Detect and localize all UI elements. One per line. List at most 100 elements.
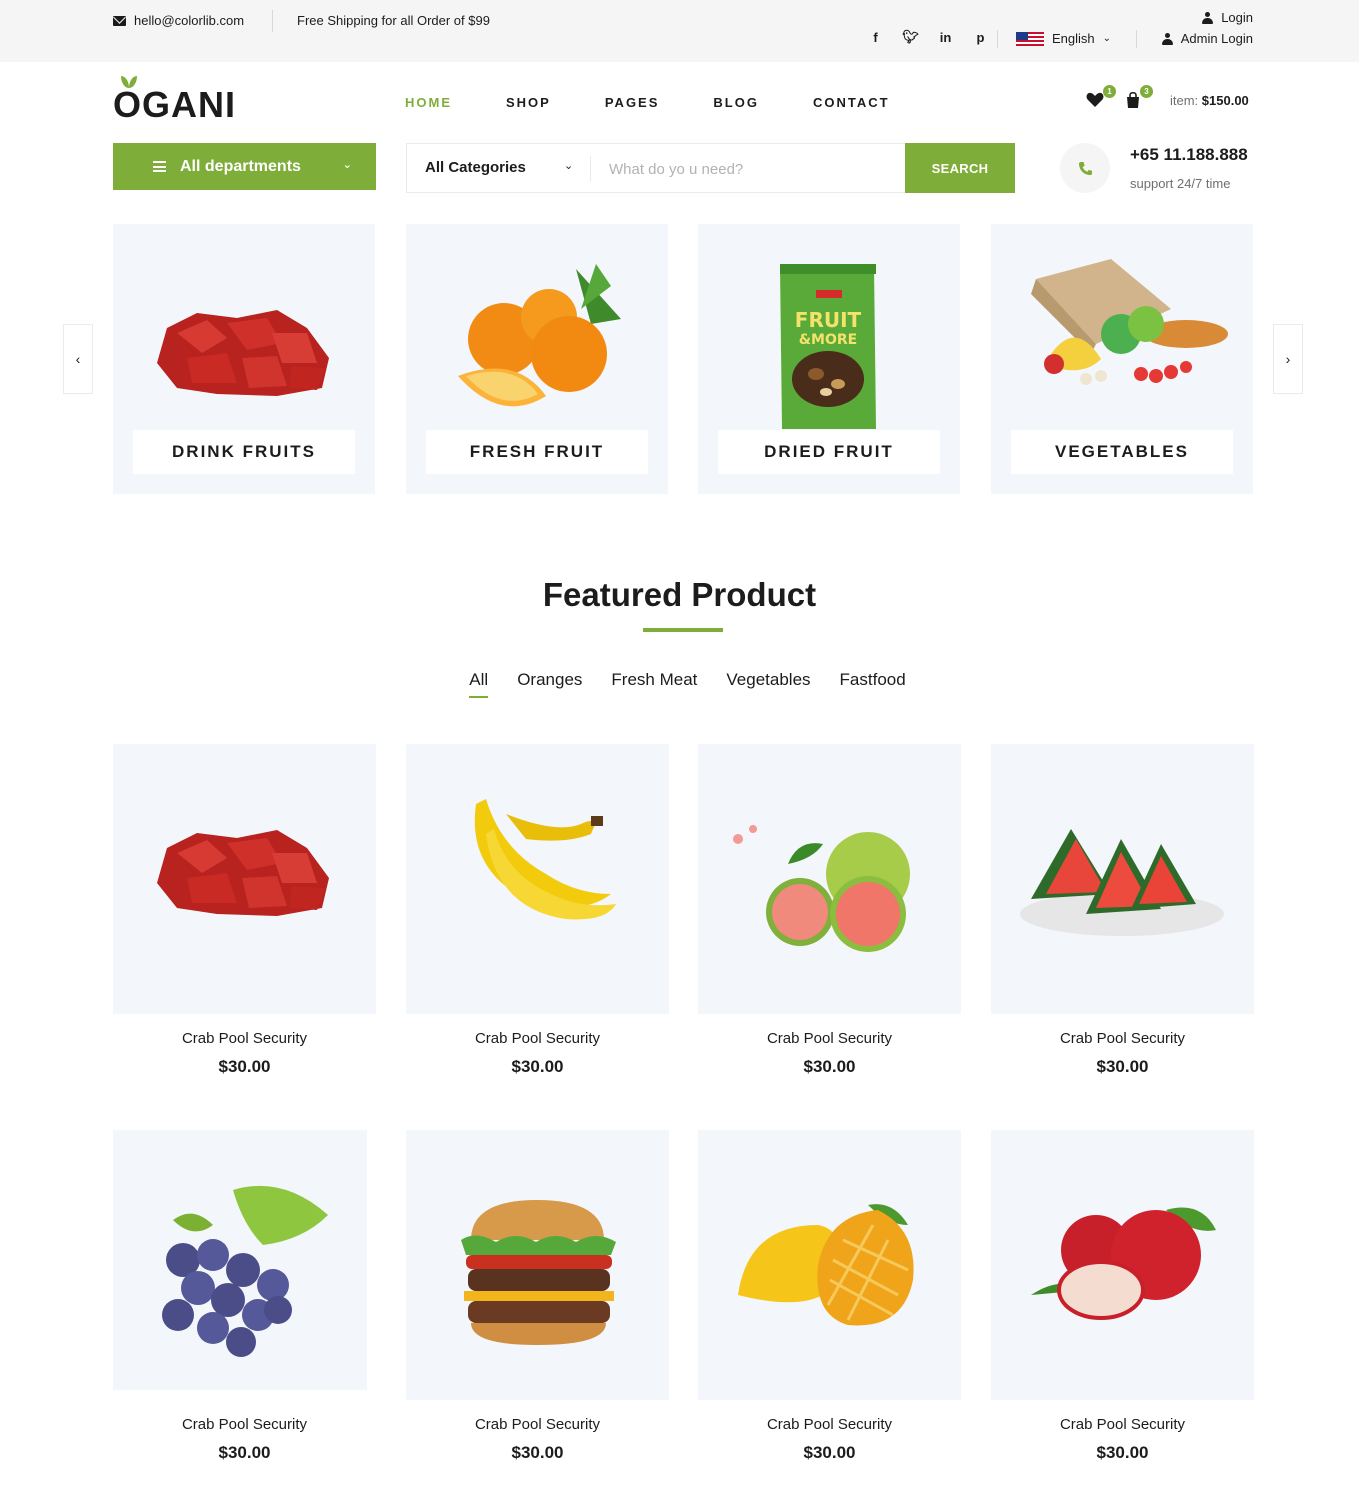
product-name[interactable]: Crab Pool Security: [406, 1416, 669, 1433]
category-select[interactable]: All Categories: [425, 159, 526, 176]
product-card[interactable]: Crab Pool Security $30.00: [991, 744, 1254, 1077]
category-card[interactable]: VEGETABLES: [991, 224, 1253, 494]
product-name[interactable]: Crab Pool Security: [991, 1416, 1254, 1433]
product-image[interactable]: [113, 744, 376, 1014]
nav-pages[interactable]: PAGES: [605, 95, 660, 110]
twitter-icon[interactable]: 🐦︎: [893, 30, 928, 45]
shipping-notice: Free Shipping for all Order of $99: [297, 13, 490, 28]
product-price: $30.00: [1096, 1057, 1149, 1076]
product-price: $30.00: [511, 1443, 564, 1462]
shopping-bag-icon[interactable]: [1124, 91, 1142, 109]
product-price: $30.00: [803, 1443, 856, 1462]
meat-icon: [157, 830, 329, 916]
facebook-icon[interactable]: f: [858, 30, 893, 45]
linkedin-icon[interactable]: in: [928, 30, 963, 45]
us-flag-icon: [1016, 31, 1044, 46]
product-image[interactable]: [698, 1130, 961, 1400]
product-card[interactable]: Crab Pool Security $30.00: [991, 1130, 1254, 1463]
watermelon-icon: [1020, 829, 1224, 936]
banana-icon: [474, 799, 616, 920]
filter-all[interactable]: All: [469, 670, 488, 698]
product-name[interactable]: Crab Pool Security: [698, 1030, 961, 1047]
product-card[interactable]: Crab Pool Security $30.00: [406, 1130, 669, 1463]
support-text: support 24/7 time: [1130, 176, 1231, 191]
product-name[interactable]: Crab Pool Security: [991, 1030, 1254, 1047]
product-card[interactable]: Crab Pool Security $30.00: [698, 744, 961, 1077]
section-title: Featured Product: [542, 576, 817, 613]
burger-icon: [461, 1200, 616, 1345]
category-card[interactable]: DRINK FRUITS: [113, 224, 375, 494]
login-label: Login: [1221, 10, 1253, 25]
guava-icon: [733, 825, 910, 952]
phone-button[interactable]: [1060, 143, 1110, 193]
nav-home[interactable]: HOME: [405, 95, 452, 110]
divider: [272, 10, 273, 32]
header-icons: 1 3: [1086, 85, 1153, 112]
search-input[interactable]: [609, 156, 889, 182]
social-links: f 🐦︎ in p: [858, 30, 998, 45]
chevron-right-icon: ›: [1285, 351, 1291, 367]
product-price: $30.00: [218, 1443, 271, 1462]
meat-icon: [157, 310, 329, 396]
product-card[interactable]: Crab Pool Security $30.00: [113, 744, 376, 1077]
departments-label: All departments: [180, 157, 301, 175]
product-card[interactable]: Crab Pool Security $30.00: [698, 1130, 961, 1463]
product-name[interactable]: Crab Pool Security: [406, 1030, 669, 1047]
carousel-next-button[interactable]: ›: [1273, 324, 1303, 394]
pinterest-icon[interactable]: p: [963, 30, 998, 45]
language-label: English: [1052, 31, 1095, 46]
title-underline: [643, 628, 723, 632]
product-image[interactable]: [113, 1130, 367, 1390]
apple-icon: [1031, 1207, 1216, 1320]
product-name[interactable]: Crab Pool Security: [113, 1030, 376, 1047]
product-card[interactable]: Crab Pool Security $30.00: [406, 744, 669, 1077]
phone-icon: [1078, 161, 1092, 175]
login-link[interactable]: Login: [1202, 10, 1253, 25]
svg-text:FRUIT: FRUIT: [795, 308, 862, 332]
oranges-icon: [458, 264, 621, 407]
menu-icon: [153, 161, 166, 172]
logo[interactable]: OGANI: [113, 76, 237, 126]
filter-fastfood[interactable]: Fastfood: [840, 670, 906, 690]
nav-contact[interactable]: CONTACT: [813, 95, 890, 110]
cart-badge: 3: [1140, 85, 1153, 98]
product-image[interactable]: [991, 744, 1254, 1014]
wishlist-badge: 1: [1103, 85, 1116, 98]
carousel-prev-button[interactable]: ‹: [63, 324, 93, 394]
search-bar: All Categories ⌄: [406, 143, 906, 193]
email-link[interactable]: hello@colorlib.com: [113, 13, 244, 28]
fruit-nuts-bag-icon: FRUIT &MORE: [780, 264, 876, 429]
product-image[interactable]: [406, 744, 669, 1014]
category-label: DRINK FRUITS: [133, 430, 355, 474]
grapes-icon: [162, 1185, 328, 1357]
all-departments-button[interactable]: All departments ⌄: [113, 143, 376, 190]
product-filters: All Oranges Fresh Meat Vegetables Fastfo…: [0, 670, 1359, 698]
mango-icon: [738, 1204, 914, 1326]
user-icon: [1161, 32, 1173, 45]
product-image[interactable]: [406, 1130, 669, 1400]
divider: [590, 156, 591, 182]
envelope-icon: [113, 15, 126, 26]
product-name[interactable]: Crab Pool Security: [113, 1416, 376, 1433]
filter-fresh-meat[interactable]: Fresh Meat: [611, 670, 697, 690]
product-image[interactable]: [991, 1130, 1254, 1400]
chevron-left-icon: ‹: [75, 351, 81, 367]
main-nav: HOME SHOP PAGES BLOG CONTACT: [405, 95, 944, 110]
heart-icon[interactable]: [1086, 92, 1104, 108]
product-name[interactable]: Crab Pool Security: [698, 1416, 961, 1433]
admin-login-link[interactable]: Admin Login: [1161, 31, 1253, 46]
product-image[interactable]: [698, 744, 961, 1014]
phone-number: +65 11.188.888: [1130, 145, 1248, 164]
category-card[interactable]: FRESH FRUIT: [406, 224, 668, 494]
product-price: $30.00: [1096, 1443, 1149, 1462]
category-label: FRESH FRUIT: [426, 430, 648, 474]
nav-shop[interactable]: SHOP: [506, 95, 551, 110]
nav-blog[interactable]: BLOG: [713, 95, 759, 110]
filter-vegetables[interactable]: Vegetables: [726, 670, 810, 690]
category-card[interactable]: FRUIT &MORE DRIED FRUIT: [698, 224, 960, 494]
product-card[interactable]: Crab Pool Security $30.00: [113, 1130, 376, 1463]
search-button[interactable]: SEARCH: [905, 143, 1015, 193]
filter-oranges[interactable]: Oranges: [517, 670, 582, 690]
language-selector[interactable]: English ⌄: [1016, 31, 1111, 46]
logo-text: OGANI: [113, 84, 237, 125]
